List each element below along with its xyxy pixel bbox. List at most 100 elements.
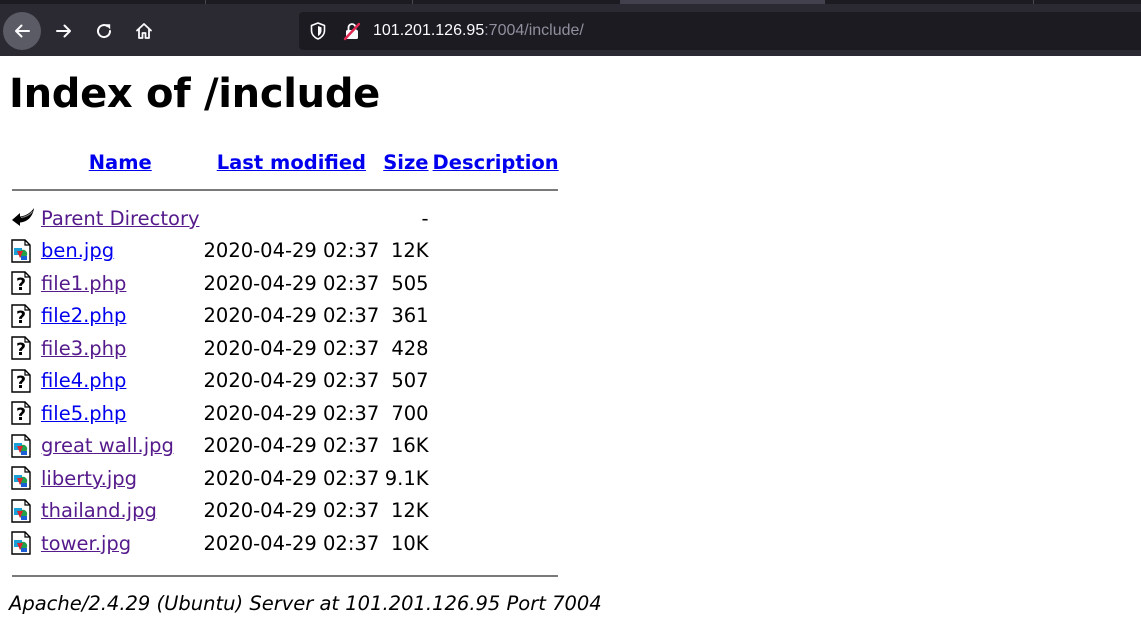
file-link[interactable]: great wall.jpg <box>41 434 174 457</box>
url-path: :7004/include/ <box>484 22 584 39</box>
reload-icon <box>97 24 112 39</box>
shield-icon[interactable] <box>308 21 328 41</box>
size-cell: 505 <box>391 271 429 295</box>
parent-directory-row: Parent Directory - <box>9 202 561 235</box>
last-modified-header: Last modified <box>202 146 382 178</box>
description-cell <box>431 235 561 268</box>
file-link[interactable]: file5.php <box>41 402 126 425</box>
file-link[interactable]: thailand.jpg <box>41 499 157 522</box>
back-arrow-icon <box>12 208 34 227</box>
insecure-lock-icon[interactable] <box>342 21 362 41</box>
file-link[interactable]: ben.jpg <box>41 239 114 262</box>
svg-text:?: ? <box>16 373 26 393</box>
arrow-right-icon <box>56 24 71 38</box>
reload-button[interactable] <box>85 12 123 50</box>
last-modified-cell: 2020-04-29 02:37 <box>203 369 380 393</box>
description-cell <box>431 495 561 528</box>
description-cell <box>431 527 561 560</box>
file-link[interactable]: file2.php <box>41 304 126 327</box>
page-content: Index of /include Name Last modified Siz… <box>0 56 1141 637</box>
image-file-icon <box>11 466 31 490</box>
icon-header <box>9 146 39 178</box>
last-modified-cell: 2020-04-29 02:37 <box>203 271 380 295</box>
size-header: Size <box>381 146 430 178</box>
file-row: ? file1.php 2020-04-29 02:37 505 <box>9 267 561 300</box>
active-tab[interactable] <box>620 0 825 4</box>
size-cell: 700 <box>391 401 429 425</box>
last-modified-cell: 2020-04-29 02:37 <box>203 434 380 458</box>
last-modified-cell: 2020-04-29 02:37 <box>203 466 380 490</box>
back-button[interactable] <box>3 12 41 50</box>
file-row: thailand.jpg 2020-04-29 02:37 12K <box>9 495 561 528</box>
file-listing-table: Name Last modified Size Description Pare… <box>9 146 561 592</box>
svg-text:?: ? <box>16 340 26 360</box>
sort-by-size-link[interactable]: Size <box>383 151 428 174</box>
description-cell <box>431 462 561 495</box>
sort-by-name-link[interactable]: Name <box>89 151 152 174</box>
last-modified-cell: 2020-04-29 02:37 <box>203 531 380 555</box>
description-header: Description <box>431 146 561 178</box>
file-row: ? file4.php 2020-04-29 02:37 507 <box>9 365 561 398</box>
file-row: tower.jpg 2020-04-29 02:37 10K <box>9 527 561 560</box>
description-cell <box>431 397 561 430</box>
url-host: 101.201.126.95 <box>373 22 485 39</box>
description-cell <box>431 430 561 463</box>
size-cell: 9.1K <box>384 466 429 490</box>
divider <box>12 189 558 191</box>
size-cell: 10K <box>390 531 429 555</box>
last-modified-cell: 2020-04-29 02:37 <box>203 304 380 328</box>
size-cell: 12K <box>390 239 429 263</box>
arrow-left-icon <box>15 24 30 38</box>
file-row: liberty.jpg 2020-04-29 02:37 9.1K <box>9 462 561 495</box>
image-file-icon <box>11 531 31 555</box>
file-link[interactable]: file4.php <box>41 369 126 392</box>
sort-by-description-link[interactable]: Description <box>433 151 559 174</box>
forward-button[interactable] <box>45 12 83 50</box>
parent-directory-link[interactable]: Parent Directory <box>41 207 200 230</box>
home-icon <box>136 23 152 39</box>
description-cell <box>431 365 561 398</box>
sort-by-modified-link[interactable]: Last modified <box>217 151 366 174</box>
description-cell <box>431 332 561 365</box>
file-row: ? file5.php 2020-04-29 02:37 700 <box>9 397 561 430</box>
browser-toolbar: 101.201.126.95:7004/include/ <box>0 0 1141 56</box>
last-modified-cell: 2020-04-29 02:37 <box>203 336 380 360</box>
address-bar[interactable]: 101.201.126.95:7004/include/ <box>299 12 1141 50</box>
unknown-file-icon: ? <box>11 401 31 425</box>
size-cell: 12K <box>390 499 429 523</box>
last-modified-cell: 2020-04-29 02:37 <box>203 499 380 523</box>
separator-row <box>9 560 561 593</box>
unknown-file-icon: ? <box>11 304 31 328</box>
size-cell: 16K <box>390 434 429 458</box>
url-text[interactable]: 101.201.126.95:7004/include/ <box>373 21 584 41</box>
image-file-icon <box>11 434 31 458</box>
image-file-icon <box>11 499 31 523</box>
file-link[interactable]: file3.php <box>41 337 126 360</box>
separator-row <box>9 178 561 202</box>
svg-text:?: ? <box>16 308 26 328</box>
description-cell <box>431 300 561 333</box>
divider <box>12 574 558 577</box>
server-signature: Apache/2.4.29 (Ubuntu) Server at 101.201… <box>9 592 602 615</box>
svg-text:?: ? <box>16 405 26 425</box>
file-link[interactable]: liberty.jpg <box>41 467 137 490</box>
file-row: great wall.jpg 2020-04-29 02:37 16K <box>9 430 561 463</box>
unknown-file-icon: ? <box>11 271 31 295</box>
home-button[interactable] <box>125 12 163 50</box>
size-cell: 361 <box>391 304 429 328</box>
description-cell <box>431 267 561 300</box>
file-link[interactable]: tower.jpg <box>41 532 131 555</box>
file-row: ? file3.php 2020-04-29 02:37 428 <box>9 332 561 365</box>
size-cell: 507 <box>391 369 429 393</box>
tab-strip <box>0 0 1141 4</box>
file-row: ben.jpg 2020-04-29 02:37 12K <box>9 235 561 268</box>
header-row: Name Last modified Size Description <box>9 146 561 178</box>
unknown-file-icon: ? <box>11 369 31 393</box>
last-modified-cell: 2020-04-29 02:37 <box>203 401 380 425</box>
page-title: Index of /include <box>9 71 381 117</box>
svg-text:?: ? <box>16 275 26 295</box>
name-header: Name <box>39 146 202 178</box>
file-link[interactable]: file1.php <box>41 272 126 295</box>
size-cell: 428 <box>391 336 429 360</box>
last-modified-cell: 2020-04-29 02:37 <box>203 239 380 263</box>
